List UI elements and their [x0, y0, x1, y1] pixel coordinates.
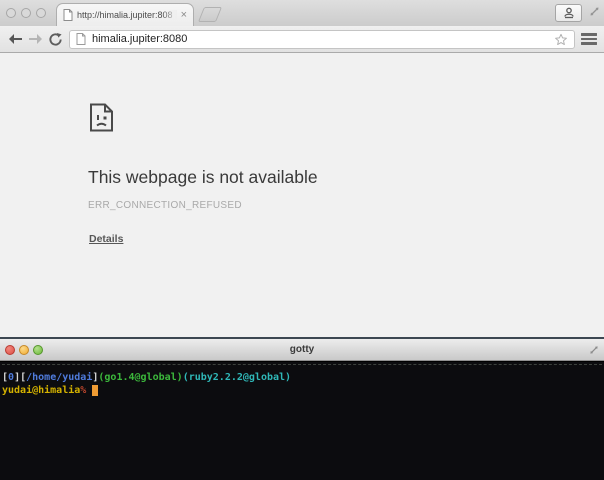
address-bar[interactable]: himalia.jupiter:8080: [69, 29, 575, 49]
close-window-button[interactable]: [5, 345, 15, 355]
profile-button[interactable]: [555, 4, 582, 22]
menu-bar-line: [581, 42, 597, 45]
reload-button[interactable]: [45, 29, 65, 49]
close-window-button[interactable]: [6, 8, 16, 18]
expand-arrows-icon[interactable]: [589, 6, 600, 17]
prompt-line-1: [0][/home/yudai](go1.4@global)(ruby2.2.2…: [2, 372, 602, 385]
window-controls: [6, 8, 46, 18]
tab-close-icon[interactable]: ×: [181, 10, 187, 21]
browser-window: http://himalia.jupiter:808 × himalia.jup…: [0, 0, 604, 337]
minimize-window-button[interactable]: [19, 345, 29, 355]
menu-bar-line: [581, 33, 597, 36]
page-icon: [76, 33, 86, 45]
back-button[interactable]: [5, 29, 25, 49]
menu-bar-line: [581, 37, 597, 41]
terminal-body[interactable]: [0][/home/yudai](go1.4@global)(ruby2.2.2…: [0, 362, 604, 480]
terminal-window-controls: [5, 345, 43, 355]
page-icon: [63, 9, 73, 21]
browser-tab[interactable]: http://himalia.jupiter:808 ×: [56, 3, 194, 26]
error-code: ERR_CONNECTION_REFUSED: [88, 200, 242, 211]
details-link[interactable]: Details: [89, 233, 123, 245]
zoom-window-button[interactable]: [33, 345, 43, 355]
tab-title: http://himalia.jupiter:808: [77, 10, 177, 20]
prompt-separator-line: [2, 364, 602, 365]
new-tab-button[interactable]: [197, 7, 223, 22]
tab-title-fade: [162, 10, 177, 20]
user-host: yudai@himalia: [2, 384, 81, 396]
terminal-window: gotty [0][/home/yudai](go1.4@global)(rub…: [0, 337, 604, 480]
minimize-window-button[interactable]: [21, 8, 31, 18]
current-directory: /home/yudai: [26, 372, 93, 383]
url-text[interactable]: himalia.jupiter:8080: [92, 33, 548, 45]
terminal-cursor: [92, 384, 99, 396]
forward-button[interactable]: [25, 29, 45, 49]
zoom-window-button[interactable]: [36, 8, 46, 18]
error-page: This webpage is not available ERR_CONNEC…: [0, 54, 604, 337]
sad-page-icon: [89, 103, 114, 132]
bookmark-star-icon[interactable]: [554, 33, 568, 46]
terminal-title: gotty: [289, 344, 315, 355]
chrome-menu-icon[interactable]: [581, 30, 599, 48]
person-icon: [562, 7, 576, 19]
ruby-env: (ruby2.2.2@global): [182, 372, 292, 383]
browser-toolbar: himalia.jupiter:8080: [0, 26, 604, 53]
go-env: (go1.4@global): [98, 372, 183, 383]
prompt-symbol: %: [80, 384, 87, 396]
resize-arrows-icon[interactable]: [589, 345, 599, 355]
prompt-line-2: yudai@himalia%: [2, 384, 602, 398]
tab-strip: http://himalia.jupiter:808 ×: [0, 0, 604, 26]
error-heading: This webpage is not available: [88, 167, 318, 187]
terminal-titlebar[interactable]: gotty: [0, 339, 604, 361]
